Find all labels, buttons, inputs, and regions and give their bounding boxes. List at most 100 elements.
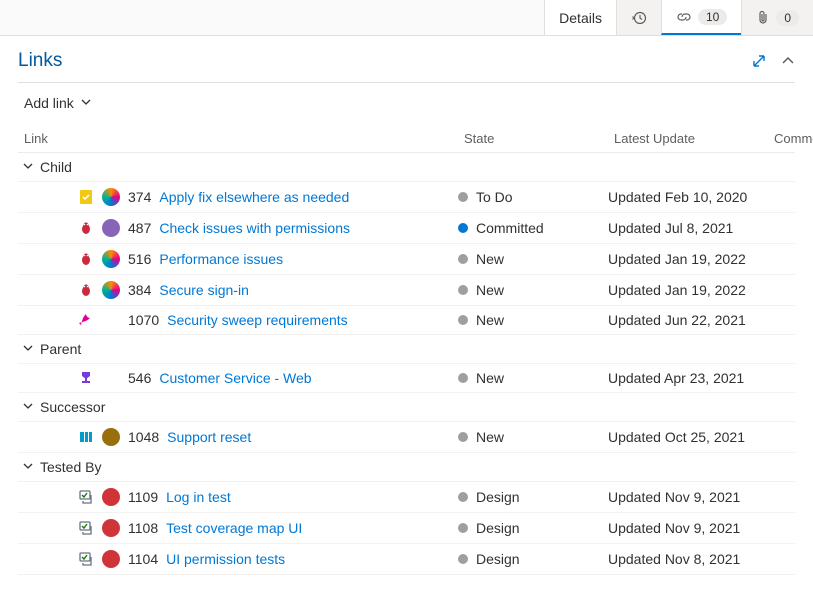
state-label: Design — [476, 551, 520, 567]
updated-label: Updated Jan 19, 2022 — [608, 251, 768, 267]
item-id: 1104 — [128, 551, 158, 567]
bug-icon — [78, 220, 94, 236]
item-id: 487 — [128, 220, 151, 236]
epic-icon — [78, 370, 94, 386]
item-title[interactable]: Apply fix elsewhere as needed — [159, 189, 349, 205]
section-header: Links — [18, 50, 795, 72]
column-updated: Latest Update — [614, 131, 774, 146]
item-title[interactable]: Log in test — [166, 489, 231, 505]
item-title[interactable]: Security sweep requirements — [167, 312, 348, 328]
tab-links[interactable]: 10 — [661, 0, 741, 35]
updated-label: Updated Apr 23, 2021 — [608, 370, 768, 386]
link-row: 516 Performance issues New Updated Jan 1… — [18, 244, 795, 275]
column-state: State — [464, 131, 614, 146]
add-link-button[interactable]: Add link — [18, 91, 98, 125]
state-dot-icon — [458, 523, 468, 533]
updated-label: Updated Jan 19, 2022 — [608, 282, 768, 298]
item-title[interactable]: Secure sign-in — [159, 282, 249, 298]
link-row: 1108 Test coverage map UI Design Updated… — [18, 513, 795, 544]
updated-label: Updated Nov 9, 2021 — [608, 489, 768, 505]
state-dot-icon — [458, 492, 468, 502]
column-comments: Comments — [774, 131, 813, 146]
bug-icon — [78, 282, 94, 298]
item-id: 384 — [128, 282, 151, 298]
link-row: 384 Secure sign-in New Updated Jan 19, 2… — [18, 275, 795, 306]
group-child[interactable]: Child — [18, 153, 795, 182]
state-dot-icon — [458, 315, 468, 325]
attachment-icon — [756, 10, 770, 26]
avatar — [102, 550, 120, 568]
task-icon — [78, 189, 94, 205]
link-row: 374 Apply fix elsewhere as needed To Do … — [18, 182, 795, 213]
link-row: 546 Customer Service - Web New Updated A… — [18, 364, 795, 393]
avatar — [102, 281, 120, 299]
avatar — [102, 519, 120, 537]
updated-label: Updated Nov 9, 2021 — [608, 520, 768, 536]
updated-label: Updated Nov 8, 2021 — [608, 551, 768, 567]
chevron-down-icon — [80, 95, 92, 111]
links-count-badge: 10 — [698, 9, 727, 25]
state-dot-icon — [458, 223, 468, 233]
item-id: 1108 — [128, 520, 158, 536]
chevron-down-icon — [22, 399, 34, 415]
group-label: Parent — [40, 341, 81, 357]
chevron-down-icon — [22, 159, 34, 175]
item-title[interactable]: Performance issues — [159, 251, 283, 267]
chevron-down-icon — [22, 459, 34, 475]
item-title[interactable]: Check issues with permissions — [159, 220, 350, 236]
item-title[interactable]: Customer Service - Web — [159, 370, 311, 386]
item-id: 1048 — [128, 429, 159, 445]
link-icon — [676, 9, 692, 25]
state-label: Committed — [476, 220, 544, 236]
column-link: Link — [24, 131, 464, 146]
item-title[interactable]: Test coverage map UI — [166, 520, 302, 536]
avatar — [102, 188, 120, 206]
avatar — [102, 250, 120, 268]
table-header: Link State Latest Update Comments — [18, 125, 795, 153]
tab-bar: Details 10 0 — [0, 0, 813, 36]
state-dot-icon — [458, 192, 468, 202]
link-row: 1048 Support reset New Updated Oct 25, 2… — [18, 422, 795, 453]
test-case-icon — [78, 551, 94, 567]
group-tested-by[interactable]: Tested By — [18, 453, 795, 482]
group-successor[interactable]: Successor — [18, 393, 795, 422]
updated-label: Updated Jul 8, 2021 — [608, 220, 768, 236]
updated-label: Updated Jun 22, 2021 — [608, 312, 768, 328]
collapse-icon[interactable] — [781, 54, 795, 68]
item-title[interactable]: UI permission tests — [166, 551, 285, 567]
tab-attachments[interactable]: 0 — [741, 0, 813, 35]
test-case-icon — [78, 489, 94, 505]
avatar — [102, 428, 120, 446]
state-dot-icon — [458, 285, 468, 295]
group-label: Successor — [40, 399, 105, 415]
state-label: New — [476, 429, 504, 445]
tab-details[interactable]: Details — [544, 0, 616, 35]
link-row: 1070 Security sweep requirements New Upd… — [18, 306, 795, 335]
item-id: 1070 — [128, 312, 159, 328]
group-parent[interactable]: Parent — [18, 335, 795, 364]
updated-label: Updated Oct 25, 2021 — [608, 429, 768, 445]
state-dot-icon — [458, 554, 468, 564]
tab-details-label: Details — [559, 10, 602, 26]
state-label: New — [476, 282, 504, 298]
item-title[interactable]: Support reset — [167, 429, 251, 445]
item-id: 1109 — [128, 489, 158, 505]
section-title: Links — [18, 50, 62, 72]
state-dot-icon — [458, 373, 468, 383]
avatar — [102, 219, 120, 237]
tab-history[interactable] — [616, 0, 661, 35]
pbi-icon — [78, 429, 94, 445]
attachments-count-badge: 0 — [776, 10, 799, 26]
state-label: Design — [476, 489, 520, 505]
feature-icon — [78, 312, 94, 328]
item-id: 374 — [128, 189, 151, 205]
state-label: New — [476, 370, 504, 386]
expand-icon[interactable] — [751, 53, 767, 69]
group-label: Child — [40, 159, 72, 175]
bug-icon — [78, 251, 94, 267]
state-label: New — [476, 251, 504, 267]
link-row: 1109 Log in test Design Updated Nov 9, 2… — [18, 482, 795, 513]
link-row: 487 Check issues with permissions Commit… — [18, 213, 795, 244]
updated-label: Updated Feb 10, 2020 — [608, 189, 768, 205]
state-label: New — [476, 312, 504, 328]
